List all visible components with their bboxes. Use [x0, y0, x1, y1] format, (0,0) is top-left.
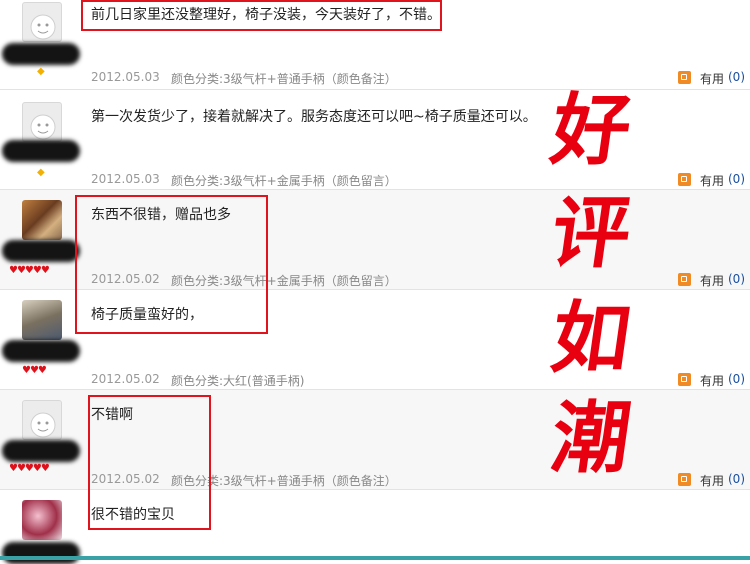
overlay-char: 潮 — [545, 393, 637, 484]
buyer-rank-icon: ♥♥♥♥♥ — [9, 463, 50, 474]
sku-info: 颜色分类:大红(普通手柄) — [171, 374, 305, 388]
useful-count: (0) — [728, 272, 745, 286]
overlay-char: 好 — [545, 85, 637, 176]
useful-button[interactable]: 有用 — [700, 372, 724, 389]
sku-info: 颜色分类:3级气杆+金属手柄（颜色留言） — [171, 174, 397, 188]
highlight-box — [75, 195, 268, 334]
useful-icon[interactable] — [678, 71, 691, 84]
buyer-rank-icon: ♥♥♥♥♥ — [9, 265, 50, 276]
overlay-char: 评 — [545, 188, 637, 279]
default-avatar-icon — [30, 412, 56, 438]
review-date: 2012.05.02 — [91, 372, 160, 386]
highlight-box — [88, 395, 211, 530]
highlight-box — [81, 0, 442, 31]
bottom-border — [0, 556, 750, 560]
useful-icon[interactable] — [678, 473, 691, 486]
useful-icon[interactable] — [678, 373, 691, 386]
buyer-rank-icon: ◆ — [37, 167, 45, 178]
username-redacted — [2, 340, 80, 362]
useful-button[interactable]: 有用 — [700, 172, 724, 189]
review-date: 2012.05.03 — [91, 70, 160, 84]
useful-button[interactable]: 有用 — [700, 472, 724, 489]
useful-count: (0) — [728, 70, 745, 84]
avatar[interactable] — [22, 300, 62, 340]
avatar[interactable] — [22, 500, 62, 540]
avatar[interactable] — [22, 400, 62, 440]
review-item: ◆ 第一次发货少了，接着就解决了。服务态度还可以吧~椅子质量还可以。 2012.… — [0, 90, 750, 190]
username-redacted — [2, 240, 80, 262]
useful-count: (0) — [728, 172, 745, 186]
useful-icon[interactable] — [678, 173, 691, 186]
useful-count: (0) — [728, 372, 745, 386]
default-avatar-icon — [30, 114, 56, 140]
review-date: 2012.05.03 — [91, 172, 160, 186]
avatar[interactable] — [22, 2, 62, 42]
buyer-rank-icon: ◆ — [37, 66, 45, 77]
sku-info: 颜色分类:3级气杆+普通手柄（颜色备注） — [171, 72, 397, 86]
useful-count: (0) — [728, 472, 745, 486]
avatar[interactable] — [22, 102, 62, 142]
username-redacted — [2, 542, 80, 564]
username-redacted — [2, 140, 80, 162]
useful-button[interactable]: 有用 — [700, 70, 724, 87]
avatar[interactable] — [22, 200, 62, 240]
username-redacted — [2, 43, 80, 65]
useful-icon[interactable] — [678, 273, 691, 286]
review-text: 第一次发货少了，接着就解决了。服务态度还可以吧~椅子质量还可以。 — [91, 109, 537, 125]
overlay-char: 如 — [545, 293, 637, 384]
useful-button[interactable]: 有用 — [700, 272, 724, 289]
default-avatar-icon — [30, 14, 56, 40]
buyer-rank-icon: ♥♥♥ — [22, 365, 47, 376]
username-redacted — [2, 440, 80, 462]
